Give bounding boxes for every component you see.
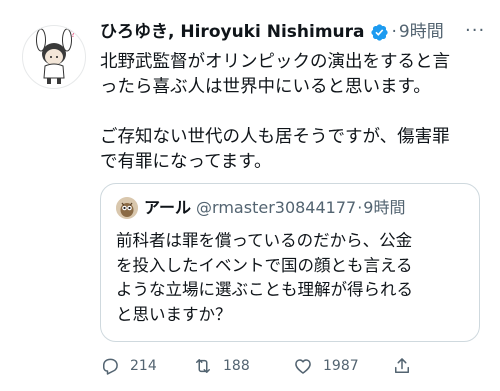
quoted-timestamp: 9時間 bbox=[363, 198, 406, 217]
avatar-illustration: ? bbox=[36, 28, 75, 84]
tweet-text: 北野武監督がオリンピックの演出をすると言 ったら喜ぶ人は世界中にいると思います。… bbox=[100, 50, 485, 175]
header-separator: · bbox=[391, 22, 397, 42]
tweet-text-line: ったら喜ぶ人は世界中にいると思います。 bbox=[100, 77, 431, 97]
quoted-tweet-header: アール @rmaster30844177 · 9時間 bbox=[116, 197, 405, 219]
like-button[interactable]: 1987 bbox=[293, 356, 359, 376]
tweet-text-line: ご存知ない世代の人も居そうですが、傷害罪 bbox=[100, 127, 450, 147]
quoted-text-line: と思いますか？ bbox=[116, 304, 232, 324]
quoted-text-line: を投入したイベントで国の顔とも言える bbox=[116, 255, 413, 275]
verified-badge-icon bbox=[370, 23, 389, 42]
quoted-text-line: 前科者は罪を償っているのだから、公金 bbox=[116, 231, 413, 250]
avatar[interactable]: ? bbox=[22, 25, 86, 89]
quoted-separator: · bbox=[357, 198, 363, 217]
quoted-avatar bbox=[116, 197, 138, 219]
quoted-display-name: アール bbox=[144, 198, 192, 217]
like-icon bbox=[295, 359, 311, 374]
reply-button[interactable]: 214 bbox=[100, 356, 157, 376]
share-icon bbox=[395, 358, 409, 373]
quoted-tweet[interactable]: アール @rmaster30844177 · 9時間 前科者は罪を償っているのだ… bbox=[100, 183, 480, 342]
reply-icon bbox=[103, 358, 118, 375]
reply-count: 214 bbox=[130, 358, 157, 374]
quoted-text-line: ような立場に選ぶことも理解が得られる bbox=[116, 280, 413, 299]
tweet-text-line: 北野武監督がオリンピックの演出をすると言 bbox=[100, 52, 450, 72]
share-button[interactable] bbox=[392, 356, 422, 376]
like-count: 1987 bbox=[323, 358, 359, 374]
quoted-handle: @rmaster30844177 bbox=[196, 198, 357, 217]
svg-text:?: ? bbox=[71, 30, 75, 39]
tweet-header: ひろゆき, Hiroyuki Nishimura · 9時間 bbox=[100, 21, 444, 43]
retweet-button[interactable]: 188 bbox=[193, 356, 250, 376]
tweet-text-line: で有罪になってます。 bbox=[100, 152, 272, 172]
display-name[interactable]: ひろゆき, Hiroyuki Nishimura bbox=[100, 21, 365, 43]
action-bar: 214 188 1987 bbox=[100, 356, 430, 380]
retweet-icon bbox=[196, 359, 210, 373]
quoted-tweet-text: 前科者は罪を償っているのだから、公金 を投入したイベントで国の顔とも言える よう… bbox=[116, 229, 471, 327]
timestamp[interactable]: 9時間 bbox=[399, 21, 444, 43]
tweet[interactable]: ? ひろゆき, Hiroyuki Nishimura · 9時間 ··· 北野武… bbox=[0, 0, 500, 391]
more-options-button[interactable]: ··· bbox=[465, 22, 485, 40]
retweet-count: 188 bbox=[223, 358, 250, 374]
